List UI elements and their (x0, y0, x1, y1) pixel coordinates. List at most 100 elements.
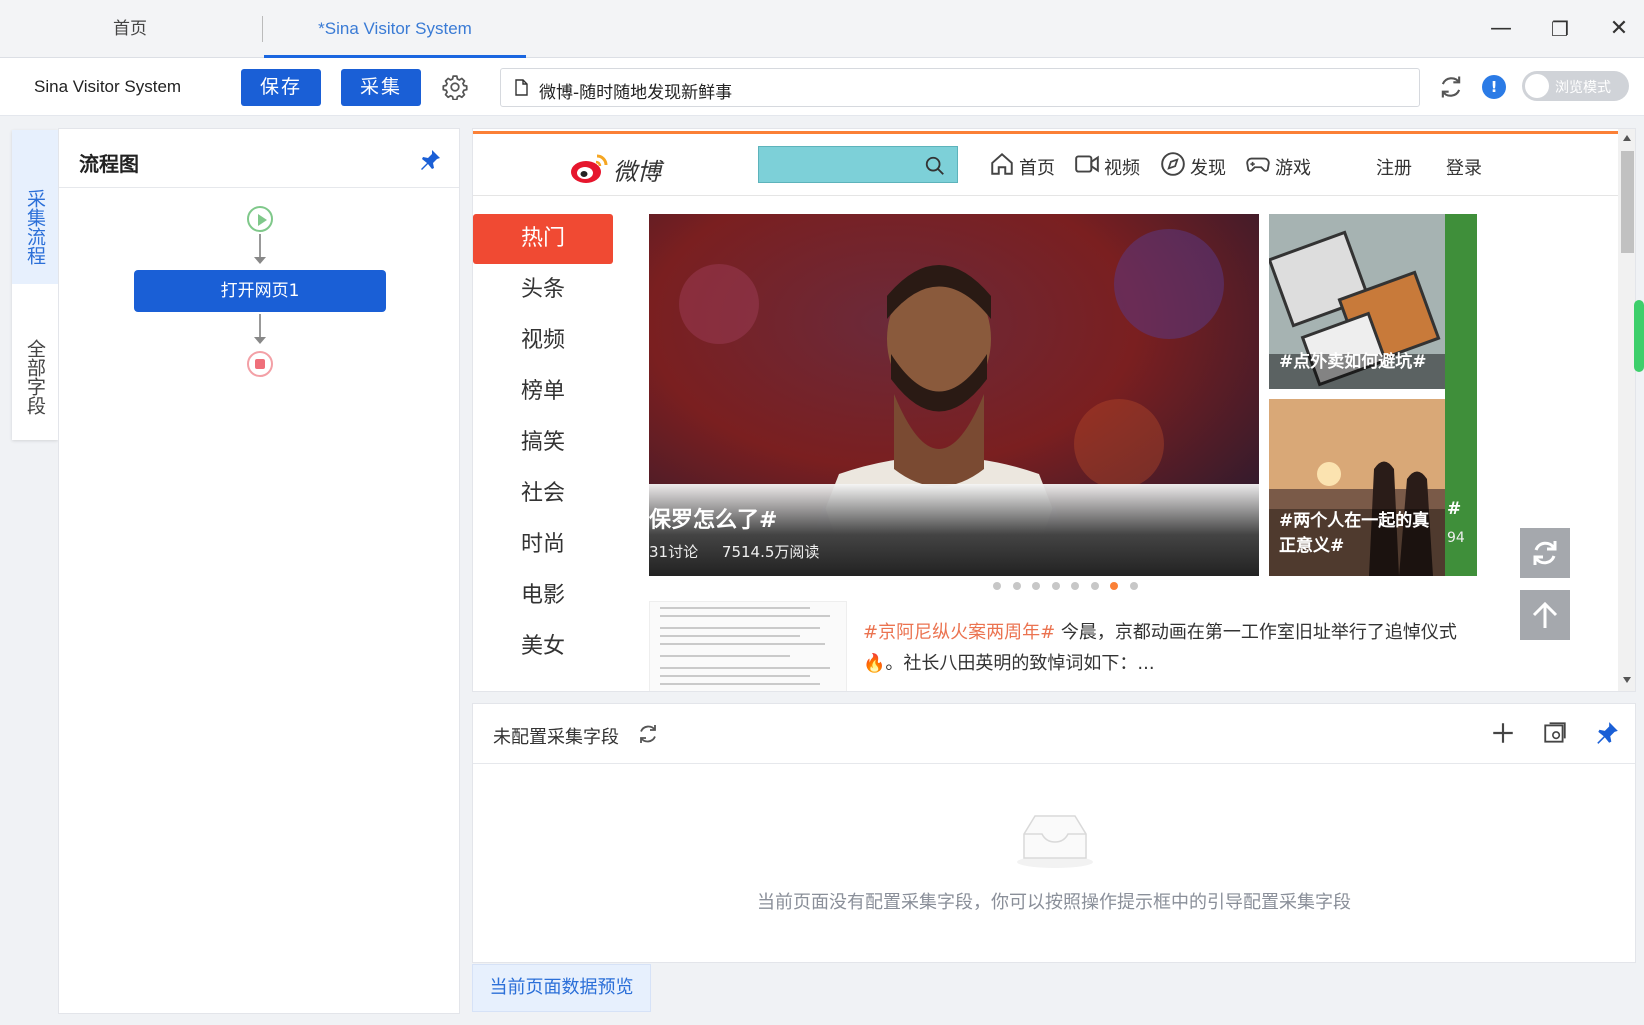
category-hot[interactable]: 热门 (473, 214, 613, 264)
pin-icon[interactable] (418, 148, 442, 172)
category-item[interactable]: 电影 (473, 571, 613, 621)
carousel-dot[interactable] (1012, 582, 1021, 590)
restore-button[interactable]: ❐ (1543, 12, 1577, 46)
empty-inbox-icon (1017, 815, 1093, 868)
carousel-dot[interactable] (1071, 582, 1079, 590)
carousel-dots (993, 582, 1153, 592)
home-icon (991, 152, 1013, 175)
news-thumbnail[interactable] (649, 601, 847, 691)
page-title-text: 微博-随时随地发现新鲜事 (539, 83, 733, 103)
flow-panel: 流程图 打开网页1 (58, 128, 460, 1014)
login-link[interactable]: 登录 (1446, 154, 1482, 180)
panel-divider (59, 187, 459, 188)
stop-icon (255, 359, 265, 369)
fields-panel-header: 未配置采集字段 (473, 704, 1635, 764)
browser-viewport[interactable]: 微博 首页 视频 发现 游戏 注册 登录 热门 头条 视频 榜单 搞笑 社会 时… (472, 128, 1636, 692)
tab-collect-flow[interactable]: 采集流程 (12, 130, 58, 284)
tab-sina-visitor-system[interactable]: *Sina Visitor System (264, 0, 526, 58)
arrow-up-icon (1532, 601, 1558, 628)
carousel-thumb-takeout[interactable]: #点外卖如何避坑# (1269, 214, 1445, 389)
open-page-node[interactable]: 打开网页1 (134, 270, 386, 312)
nav-video[interactable]: 视频 (1104, 154, 1140, 180)
info-icon[interactable]: ! (1482, 75, 1506, 99)
task-name: Sina Visitor System (34, 77, 182, 96)
minimize-button[interactable]: — (1484, 12, 1518, 46)
carousel-thumb-partial[interactable]: # 94 (1445, 214, 1477, 576)
toggle-knob (1525, 74, 1549, 98)
register-link[interactable]: 注册 (1376, 154, 1412, 180)
fields-panel-title: 未配置采集字段 (493, 727, 619, 748)
flow-start-node[interactable] (247, 206, 273, 232)
close-button[interactable]: ✕ (1602, 12, 1636, 46)
refresh-icon[interactable] (636, 722, 660, 746)
empty-state-message: 当前页面没有配置采集字段，你可以按照操作提示框中的引导配置采集字段 (757, 892, 1351, 913)
add-icon[interactable] (1490, 720, 1516, 746)
category-item[interactable]: 榜单 (473, 367, 613, 417)
pin-icon[interactable] (1594, 720, 1620, 746)
weibo-logo[interactable]: 微博 (569, 148, 679, 188)
nav-game[interactable]: 游戏 (1275, 154, 1311, 180)
refresh-icon (1533, 541, 1557, 565)
category-item[interactable]: 视频 (473, 316, 613, 366)
gear-icon[interactable] (442, 74, 468, 100)
scrollbar-thumb[interactable] (1621, 151, 1634, 253)
carousel-main-slide[interactable]: SUNS 保罗怎么了# 31讨论 7514.5万阅读 (649, 214, 1259, 576)
weibo-logo-icon (571, 154, 608, 183)
news-text[interactable]: #京阿尼纵火案两周年# 今晨，京都动画在第一工作室旧址举行了追悼仪式🔥。社长八田… (863, 617, 1483, 679)
tab-home[interactable]: 首页 (30, 0, 230, 58)
tab-all-fields[interactable]: 全部字段 (12, 284, 58, 440)
refresh-icon[interactable] (1437, 73, 1465, 101)
flow-arrow (254, 257, 266, 264)
collect-button[interactable]: 采集 (341, 69, 421, 106)
thumb-couple-caption: #两个人在一起的真正意义# (1279, 511, 1430, 556)
category-item[interactable]: 头条 (473, 265, 613, 315)
tab-data-preview[interactable]: 当前页面数据预览 (472, 964, 651, 1012)
browse-mode-toggle[interactable]: 浏览模式 (1522, 71, 1629, 101)
carousel-main-title: 保罗怎么了# (649, 508, 778, 533)
carousel-dot[interactable] (1032, 582, 1040, 590)
side-drag-handle[interactable] (1634, 300, 1644, 372)
url-bar[interactable]: 微博-随时随地发现新鲜事 (500, 68, 1420, 107)
category-item[interactable]: 美女 (473, 622, 613, 672)
news-hashtag[interactable]: #京阿尼纵火案两周年# (863, 622, 1055, 643)
flow-panel-title: 流程图 (79, 152, 139, 176)
side-tabs: 采集流程 全部字段 (12, 130, 58, 440)
carousel-thumb-couple[interactable]: #两个人在一起的真正意义# (1269, 399, 1445, 576)
category-item[interactable]: 社会 (473, 469, 613, 519)
scroll-down-arrow[interactable] (1623, 677, 1631, 683)
carousel-dot[interactable] (1110, 582, 1118, 590)
flow-connector (259, 234, 261, 258)
tab-divider (262, 16, 263, 42)
field-settings-icon[interactable] (1542, 720, 1568, 746)
fields-panel: 未配置采集字段 当前页面没有配置采集字段，你可以按照操作提示框中的引导配置采集字… (472, 703, 1636, 963)
carousel-dot[interactable] (1129, 582, 1138, 590)
back-to-top-button[interactable] (1520, 590, 1570, 640)
browser-scrollbar[interactable] (1618, 129, 1635, 691)
search-icon[interactable] (924, 155, 946, 177)
category-item[interactable]: 时尚 (473, 520, 613, 570)
thumb-takeout-caption: #点外卖如何避坑# (1279, 352, 1427, 372)
gamepad-icon (1246, 157, 1270, 172)
thumb-partial-stats: 94 (1447, 530, 1465, 546)
scroll-up-arrow[interactable] (1623, 135, 1631, 141)
browse-mode-label: 浏览模式 (1555, 80, 1611, 96)
float-refresh-button[interactable] (1520, 528, 1570, 578)
weibo-search-input[interactable] (758, 146, 958, 183)
weibo-category-list: 热门 头条 视频 榜单 搞笑 社会 时尚 电影 美女 (473, 214, 613, 691)
weibo-logo-text: 微博 (613, 158, 661, 186)
title-bar: 首页 *Sina Visitor System — ❐ ✕ (0, 0, 1644, 58)
play-icon (258, 214, 267, 226)
compass-icon (1161, 152, 1185, 176)
nav-discover[interactable]: 发现 (1190, 154, 1226, 180)
nav-home[interactable]: 首页 (1019, 154, 1055, 180)
carousel-main-stats: 31讨论 7514.5万阅读 (649, 543, 820, 561)
category-item[interactable]: 搞笑 (473, 418, 613, 468)
carousel-dot[interactable] (1090, 582, 1099, 590)
carousel-dot[interactable] (1051, 582, 1060, 590)
carousel-dot[interactable] (993, 582, 1001, 590)
weibo-header: 微博 首页 视频 发现 游戏 注册 登录 (473, 134, 1618, 196)
flow-end-node[interactable] (247, 351, 273, 377)
save-button[interactable]: 保存 (241, 69, 321, 106)
toolbar: Sina Visitor System 保存 采集 微博-随时随地发现新鲜事 !… (0, 58, 1644, 116)
flow-connector (259, 314, 261, 338)
